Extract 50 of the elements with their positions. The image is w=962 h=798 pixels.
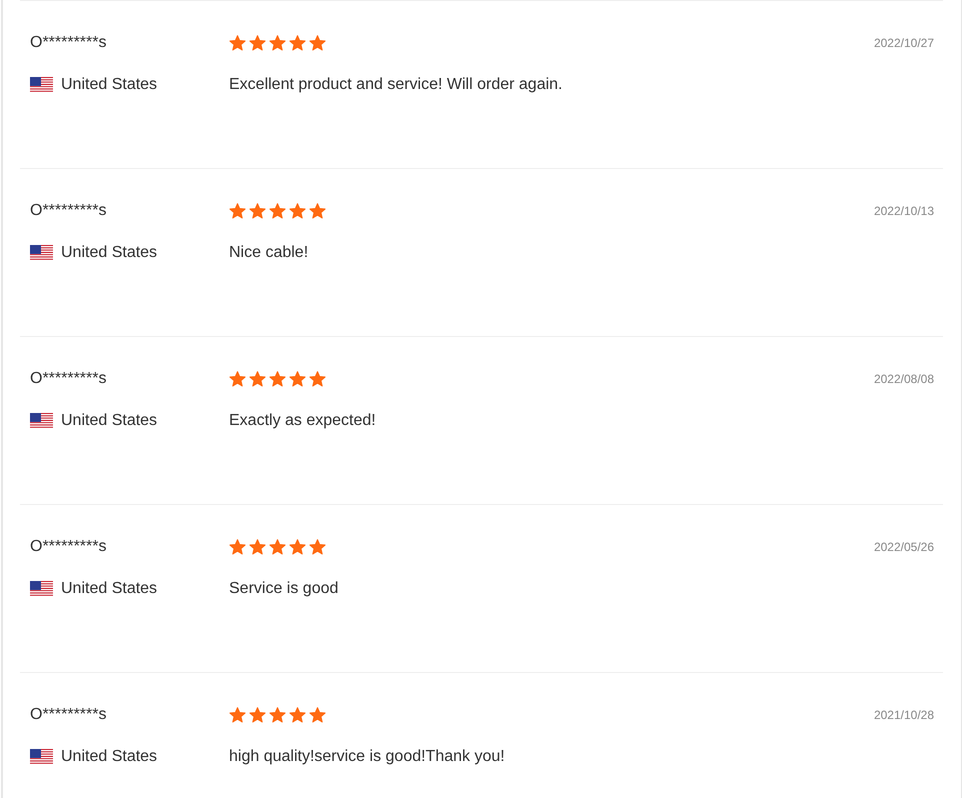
country-name: United States [61,747,158,767]
star-icon [229,203,246,219]
flag-icon [30,77,53,93]
flag-icon [30,245,53,261]
star-icon [309,539,326,555]
country-name: United States [61,75,158,95]
review-date: 2022/05/26 [874,539,934,556]
review-date: 2022/08/08 [874,371,934,388]
star-icon [309,35,326,51]
star-icon [269,371,286,387]
star-icon [289,203,306,219]
country-name: United States [61,411,158,431]
country-name: United States [61,579,158,599]
review-text: Nice cable! [229,243,310,263]
star-icon [249,35,266,51]
star-icon [229,35,246,51]
review-text: high quality!service is good!Thank you! [229,747,506,767]
review-date: 2021/10/28 [874,707,934,724]
country-name: United States [61,243,158,263]
reviewer-name: O*********s [30,537,108,557]
reviewer-name: O*********s [30,705,108,725]
star-icon [229,371,246,387]
star-icon [269,539,286,555]
reviewer-name: O*********s [30,201,108,221]
star-icon [249,539,266,555]
star-icon [289,707,306,723]
star-icon [289,371,306,387]
review-date: 2022/10/13 [874,203,934,220]
star-icon [229,707,246,723]
reviewer-name: O*********s [30,369,108,389]
star-icon [249,371,266,387]
star-icon [229,539,246,555]
star-icon [309,371,326,387]
star-icon [269,35,286,51]
star-icon [269,707,286,723]
flag-icon [30,581,53,597]
star-icon [289,35,306,51]
review-text: Excellent product and service! Will order again. [229,75,564,95]
flag-icon [30,749,53,765]
star-icon [309,203,326,219]
star-icon [249,707,266,723]
star-icon [269,203,286,219]
review-date: 2022/10/27 [874,35,934,52]
star-icon [249,203,266,219]
reviewer-name: O*********s [30,33,108,53]
flag-icon [30,413,53,429]
review-text: Service is good [229,579,340,599]
star-icon [309,707,326,723]
star-icon [289,539,306,555]
review-text: Exactly as expected! [229,411,377,431]
